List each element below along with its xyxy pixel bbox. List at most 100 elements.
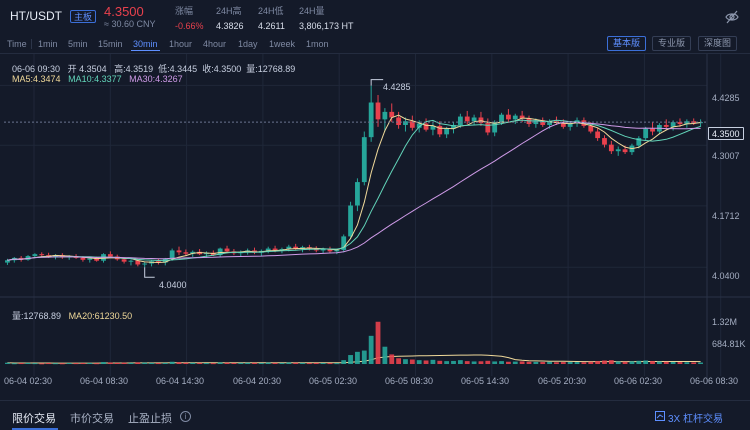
candle-body	[506, 114, 511, 120]
timeframe-1day[interactable]: 1day	[236, 37, 260, 51]
volume-bar	[636, 360, 642, 364]
volume-bar	[18, 363, 24, 365]
volume-bar	[348, 355, 353, 364]
stat-volume-value: 3,806,173 HT	[299, 21, 354, 31]
candle-body	[183, 252, 189, 254]
volume-bar	[114, 362, 120, 364]
ohlc-open: 开 4.3504	[67, 64, 107, 74]
timeframe-15min[interactable]: 15min	[96, 37, 125, 51]
volume-bar	[135, 362, 141, 364]
timeframe-1min[interactable]: 1min	[36, 37, 60, 51]
candle-body	[169, 250, 175, 259]
candle-body	[595, 131, 601, 139]
time-axis-label: 06-04 14:30	[156, 376, 205, 386]
info-icon[interactable]: i	[180, 411, 191, 422]
volume-bar	[416, 360, 422, 364]
volume-bar	[53, 363, 58, 365]
volume-bar	[87, 362, 93, 364]
high-annotation-leader	[370, 79, 384, 86]
volume-bar	[677, 362, 683, 364]
volume-axis-label: 684.81K	[712, 339, 746, 349]
volume-bar	[66, 362, 72, 364]
stat-volume-label: 24H量	[299, 6, 325, 16]
volume-bar	[265, 362, 271, 364]
stat-change-label: 涨幅	[175, 6, 194, 16]
volume-bar	[629, 361, 635, 364]
kline-chart[interactable]	[0, 54, 750, 400]
volume-value: 量:12768.89	[12, 311, 62, 321]
tab-limit-order[interactable]: 限价交易	[12, 410, 56, 426]
candle-body	[87, 258, 93, 260]
tab-market-order[interactable]: 市价交易	[70, 410, 114, 426]
timeframe-30min[interactable]: 30min	[131, 37, 160, 51]
volume-bar	[101, 362, 106, 364]
volume-bar	[238, 362, 244, 364]
volume-layer	[5, 321, 703, 365]
volume-bar	[80, 363, 86, 365]
ohlc-volume: 量:12768.89	[246, 64, 296, 74]
volume-bar	[615, 361, 621, 364]
volume-bar	[389, 354, 395, 364]
timeframe-1hour[interactable]: 1hour	[167, 37, 194, 51]
stat-low: 24H低 4.2611	[258, 4, 285, 31]
hide-chart-icon[interactable]	[724, 9, 740, 25]
candle-body	[107, 254, 113, 257]
volume-bar	[327, 363, 333, 365]
volume-bar	[519, 361, 525, 364]
candle-body	[650, 128, 655, 132]
view-basic-button[interactable]: 基本版	[607, 36, 647, 51]
candle-body	[361, 137, 367, 183]
market-header: HT/USDT 主板 4.3500 ≈ 30.60 CNY 涨幅 -0.66% …	[0, 0, 750, 34]
ma10-line	[7, 119, 701, 262]
volume-bar	[506, 361, 511, 364]
volume-bar	[471, 361, 477, 364]
candle-body	[464, 116, 470, 122]
volume-bar	[430, 359, 436, 364]
volume-bar	[5, 362, 10, 364]
volume-bar	[94, 363, 100, 365]
timeframe-4hour[interactable]: 4hour	[201, 37, 228, 51]
volume-bar	[554, 362, 559, 364]
price-axis-label: 4.0400	[712, 271, 740, 281]
volume-bar	[32, 363, 38, 365]
stat-high-label: 24H高	[216, 6, 242, 16]
volume-bar	[691, 362, 697, 364]
volume-bar	[272, 362, 278, 364]
volume-bar	[403, 359, 408, 364]
volume-bar	[670, 361, 676, 364]
timeframe-1mon[interactable]: 1mon	[304, 37, 331, 51]
volume-bar	[176, 362, 182, 364]
timeframe-time[interactable]: Time	[5, 37, 29, 51]
stat-volume: 24H量 3,806,173 HT	[299, 4, 354, 31]
time-axis-label: 06-06 08:30	[690, 376, 739, 386]
trading-pair[interactable]: HT/USDT	[10, 9, 62, 23]
timeframe-5min[interactable]: 5min	[66, 37, 90, 51]
volume-bar	[162, 362, 168, 364]
view-depth-button[interactable]: 深度图	[698, 36, 738, 51]
volume-bar	[361, 350, 367, 364]
volume-bar	[156, 363, 161, 365]
volume-bar	[231, 362, 237, 364]
volume-bar	[293, 362, 299, 364]
volume-bar	[478, 361, 484, 364]
tab-stop-order[interactable]: 止盈止损	[128, 410, 172, 426]
ohlc-date: 06-06 09:30	[12, 64, 61, 74]
leverage-trading-link[interactable]: 3X 杠杆交易	[668, 410, 723, 425]
volume-bar	[464, 361, 470, 364]
time-axis-label: 06-04 08:30	[80, 376, 129, 386]
volume-bar	[437, 360, 443, 364]
volume-bar	[142, 362, 148, 364]
last-price: 4.3500	[104, 4, 144, 19]
time-axis-label: 06-05 20:30	[538, 376, 587, 386]
volume-bar	[190, 362, 196, 364]
volume-bar	[533, 361, 539, 364]
view-pro-button[interactable]: 专业版	[652, 36, 692, 51]
timeframe-1week[interactable]: 1week	[267, 37, 297, 51]
high-annotation: 4.4285	[383, 82, 411, 92]
volume-bar	[46, 363, 52, 365]
volume-bar	[39, 363, 45, 365]
volume-bar	[608, 360, 614, 364]
volume-bar	[306, 363, 312, 365]
volume-bar	[656, 361, 662, 364]
ohlc-high: 高:4.3519	[114, 64, 154, 74]
